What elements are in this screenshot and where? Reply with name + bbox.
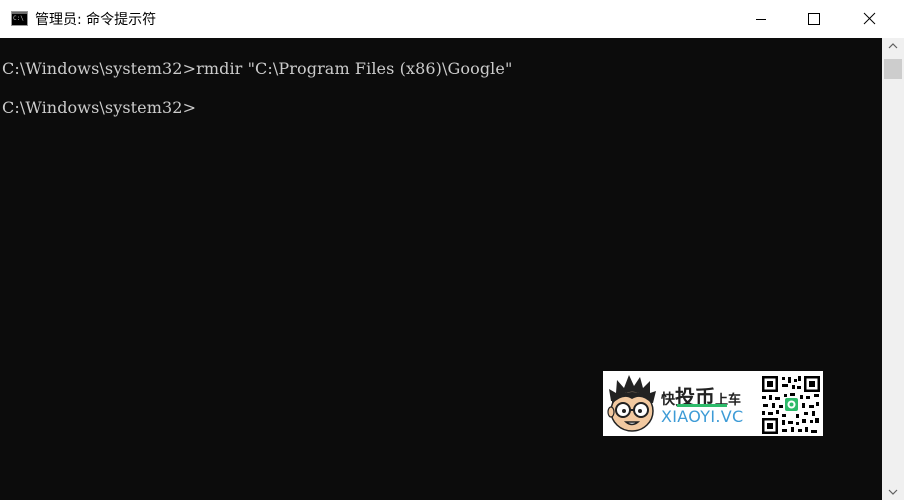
cmd-icon[interactable]: C:\ [11, 11, 28, 26]
chevron-up-icon [888, 43, 898, 49]
console-prompt: C:\Windows\system32> [2, 98, 197, 117]
minimize-icon [756, 19, 766, 20]
scrollbar-thumb[interactable] [884, 59, 902, 79]
watermark-badge: 快投币上车 XIAOYI.VC [603, 371, 823, 436]
scroll-down-button[interactable] [882, 483, 904, 500]
cartoon-face-logo [607, 375, 656, 432]
minimize-button[interactable] [738, 0, 784, 38]
cmd-window: C:\ 管理员: 命令提示符 C:\Windows\system32>rmdir… [0, 0, 904, 500]
console-line: C:\Windows\system32>rmdir "C:\Program Fi… [2, 59, 513, 78]
window-title: 管理员: 命令提示符 [35, 12, 157, 28]
close-button[interactable] [846, 0, 892, 38]
maximize-button[interactable] [791, 0, 837, 38]
qr-code-icon [760, 374, 822, 436]
maximize-icon [808, 13, 820, 25]
vertical-scrollbar[interactable] [882, 38, 904, 500]
watermark-domain: XIAOYI.VC [661, 407, 744, 426]
slogan-part-1: 快 [661, 392, 675, 408]
close-icon [863, 12, 876, 25]
scroll-up-button[interactable] [882, 38, 904, 55]
title-bar[interactable]: C:\ 管理员: 命令提示符 [0, 0, 904, 38]
chevron-down-icon [888, 489, 898, 495]
